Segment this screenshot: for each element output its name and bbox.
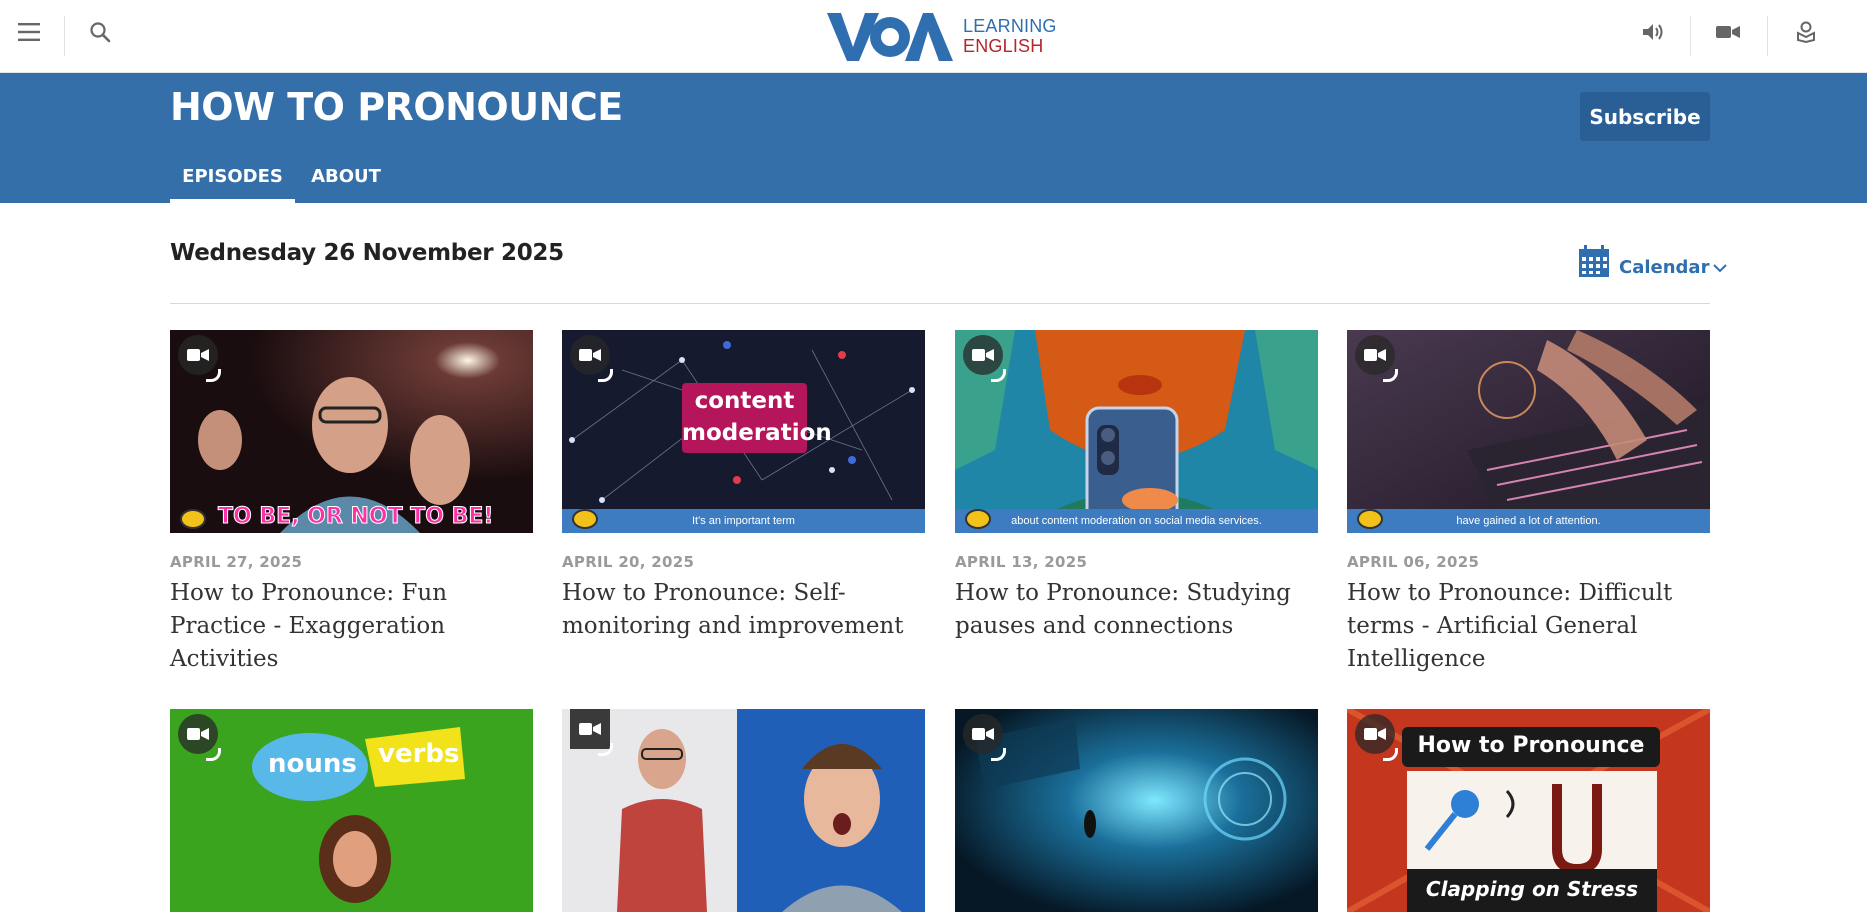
episode-date: APRIL 20, 2025 — [562, 553, 695, 571]
logo-line-english: ENGLISH — [963, 36, 1044, 56]
episode-date: APRIL 06, 2025 — [1347, 553, 1480, 571]
voa-logo-mark — [827, 13, 953, 61]
episode-thumbnail[interactable]: have gained a lot of attention. — [1347, 330, 1710, 533]
chevron-down-icon — [1713, 263, 1728, 272]
episode-card[interactable]: content moderation It's an important ter… — [562, 330, 925, 643]
speaker-icon — [1643, 24, 1663, 40]
video-badge-icon — [963, 335, 1006, 382]
video-badge-icon — [178, 335, 221, 382]
video-button[interactable] — [1712, 14, 1744, 50]
audio-button[interactable] — [1637, 14, 1669, 50]
date-heading: Wednesday 26 November 2025 — [170, 240, 564, 266]
video-badge-icon — [570, 709, 613, 756]
episode-thumbnail[interactable] — [955, 709, 1318, 912]
program-header: HOW TO PRONOUNCE Subscribe EPISODES ABOU… — [0, 73, 1867, 203]
video-camera-icon — [1716, 26, 1740, 38]
episode-title[interactable]: How to Pronounce: Self-monitoring and im… — [562, 577, 925, 643]
episode-title[interactable]: How to Pronounce: Fun Practice - Exagger… — [170, 577, 533, 676]
video-badge-icon — [963, 714, 1006, 761]
episode-card[interactable] — [562, 709, 925, 912]
page-title: HOW TO PRONOUNCE — [170, 85, 623, 129]
subscribe-button[interactable]: Subscribe — [1580, 92, 1710, 141]
logo-line-learning: LEARNING — [963, 16, 1057, 36]
calendar-icon — [1579, 244, 1609, 277]
podcast-button[interactable] — [1790, 14, 1822, 50]
episode-thumbnail[interactable]: nouns verbs — [170, 709, 533, 912]
episode-thumbnail[interactable] — [562, 709, 925, 912]
top-navigation-bar: LEARNING ENGLISH — [0, 0, 1867, 73]
episode-thumbnail[interactable]: How to Pronounce Clapping on Stress — [1347, 709, 1710, 912]
thumbnail-caption: about content moderation on social media… — [955, 509, 1318, 533]
episode-card[interactable]: have gained a lot of attention. APRIL 06… — [1347, 330, 1710, 676]
calendar-dropdown[interactable]: Calendar — [1579, 243, 1728, 278]
episode-date: APRIL 27, 2025 — [170, 553, 303, 571]
thumbnail-caption: It's an important term — [562, 509, 925, 533]
program-logo-icon — [965, 509, 991, 529]
section-divider — [170, 303, 1710, 304]
thumbnail-overlay-text: verbs — [378, 739, 460, 769]
podcast-icon — [1797, 21, 1815, 43]
episode-card[interactable]: about content moderation on social media… — [955, 330, 1318, 643]
menu-button[interactable] — [13, 14, 45, 50]
menu-icon — [18, 23, 40, 41]
video-badge-icon — [1355, 714, 1398, 761]
search-icon — [90, 22, 111, 43]
thumbnail-overlay-text: content moderation — [682, 388, 832, 446]
episode-title[interactable]: How to Pronounce: Studying pauses and co… — [955, 577, 1318, 643]
video-badge-icon — [1355, 335, 1398, 382]
calendar-label: Calendar — [1619, 257, 1710, 278]
program-logo-icon — [1357, 509, 1383, 529]
program-logo-icon — [572, 509, 598, 529]
thumbnail-caption: have gained a lot of attention. — [1347, 509, 1710, 533]
voa-learning-english-logo[interactable]: LEARNING ENGLISH — [827, 9, 1057, 63]
episode-card[interactable]: TO BE, OR NOT TO BE! APRIL 27, 2025 How … — [170, 330, 533, 676]
tab-episodes[interactable]: EPISODES — [170, 166, 295, 203]
thumbnail-overlay-text: TO BE, OR NOT TO BE! — [217, 504, 494, 530]
episode-card[interactable]: nouns verbs — [170, 709, 533, 912]
episode-thumbnail[interactable]: content moderation It's an important ter… — [562, 330, 925, 533]
episode-thumbnail[interactable]: about content moderation on social media… — [955, 330, 1318, 533]
episode-title[interactable]: How to Pronounce: Difficult terms - Arti… — [1347, 577, 1710, 676]
thumbnail-overlay-text: Clapping on Stress — [1425, 877, 1639, 901]
program-logo-icon — [180, 509, 206, 529]
thumbnail-overlay-text: nouns — [268, 749, 357, 779]
episode-card[interactable]: How to Pronounce Clapping on Stress — [1347, 709, 1710, 912]
video-badge-icon — [570, 335, 613, 382]
tab-about[interactable]: ABOUT — [310, 166, 382, 203]
thumbnail-overlay-text: How to Pronounce — [1417, 733, 1645, 758]
video-badge-icon — [178, 714, 221, 761]
episode-card[interactable] — [955, 709, 1318, 912]
search-button[interactable] — [84, 14, 116, 50]
episode-date: APRIL 13, 2025 — [955, 553, 1088, 571]
episode-thumbnail[interactable]: TO BE, OR NOT TO BE! — [170, 330, 533, 533]
